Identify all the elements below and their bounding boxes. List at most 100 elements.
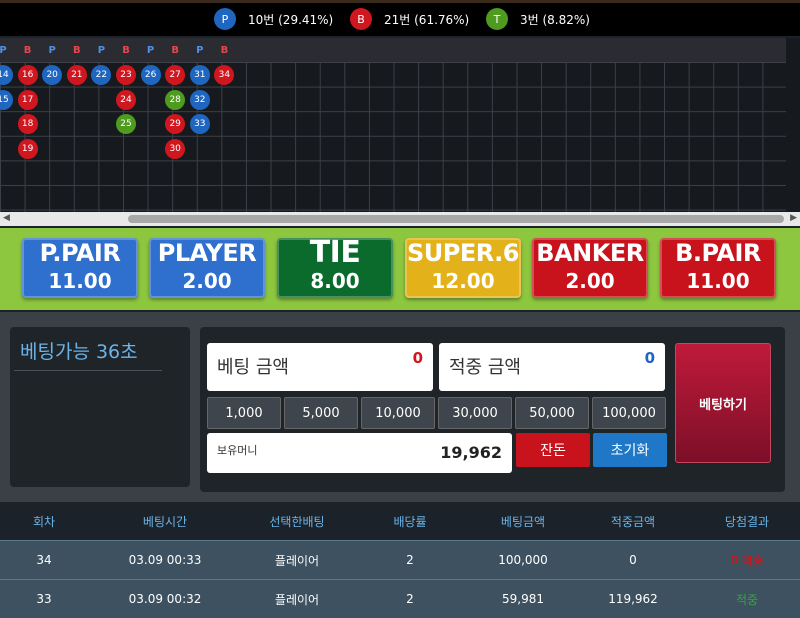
balance-label: 보유머니 xyxy=(217,444,258,457)
bet-name: P.PAIR xyxy=(39,239,121,267)
bead: 26 xyxy=(140,65,161,85)
bead: 33 xyxy=(189,114,210,135)
tie-dot-icon: T xyxy=(486,8,508,30)
cell-odds: 2 xyxy=(406,553,414,567)
board-scrollbar[interactable]: ◀ ▶ xyxy=(0,212,800,226)
tie-stat: T 3번 (8.82%) xyxy=(486,8,590,30)
bet-amount-field[interactable]: 베팅 금액 0 xyxy=(207,343,433,391)
col-win-amount: 적중금액 xyxy=(610,514,656,529)
change-button[interactable]: 잔돈 xyxy=(516,433,590,467)
bet-form: 베팅 금액 0 적중 금액 0 1,000 5,000 10,000 30,00… xyxy=(200,327,785,492)
player-stat: P 10번 (29.41%) xyxy=(214,8,333,30)
bead: 21 xyxy=(66,65,87,85)
win-amount-field: 적중 금액 0 xyxy=(439,343,665,391)
chip-5000-button[interactable]: 5,000 xyxy=(284,397,358,429)
scroll-thumb[interactable] xyxy=(128,215,784,223)
bead: 16 xyxy=(17,65,38,85)
col-time: 베팅시간 xyxy=(142,514,188,529)
chip-100000-button[interactable]: 100,000 xyxy=(592,397,666,429)
cell-win-amount: 0 xyxy=(629,553,637,567)
cell-bet-amount: 59,981 xyxy=(502,592,544,606)
video-strip xyxy=(0,0,800,3)
board-header-cell: P xyxy=(97,44,106,56)
bead: 32 xyxy=(189,89,210,110)
board-header-cell: B xyxy=(72,44,81,56)
scroll-right-icon[interactable]: ▶ xyxy=(790,213,797,223)
board-header-cell: B xyxy=(220,44,229,56)
timer-divider xyxy=(14,370,162,371)
bet-name: PLAYER xyxy=(157,239,257,267)
table-header: 회차 베팅시간 선택한배팅 배당률 베팅금액 적중금액 당첨결과 xyxy=(0,502,800,540)
board-header-cell: P xyxy=(0,44,7,56)
cell-time: 03.09 00:32 xyxy=(128,592,202,606)
reset-button[interactable]: 초기화 xyxy=(593,433,667,467)
board-header-cell: B xyxy=(171,44,179,56)
bet-tie-button[interactable]: TIE 8.00 xyxy=(277,238,393,298)
cell-bet-amount: 100,000 xyxy=(498,553,548,567)
cell-selection: 플레이어 xyxy=(274,553,320,568)
cell-round: 33 xyxy=(36,592,52,606)
bet-ppair-button[interactable]: P.PAIR 11.00 xyxy=(22,238,138,298)
betting-panel: 베팅가능 36초 베팅 금액 0 적중 금액 0 1,000 5,000 10,… xyxy=(0,312,800,502)
bead: 28 xyxy=(165,89,186,110)
board-grid xyxy=(0,62,786,212)
cell-win-amount: 119,962 xyxy=(608,592,658,606)
bead: 30 xyxy=(165,138,186,159)
col-odds: 배당률 xyxy=(393,514,427,529)
cell-round: 34 xyxy=(36,553,52,567)
bead: 24 xyxy=(116,89,136,110)
bet-options-bar: P.PAIR 11.00 PLAYER 2.00 TIE 8.00 SUPER.… xyxy=(0,228,800,310)
bet-name: BANKER xyxy=(536,239,644,267)
scroll-left-icon[interactable]: ◀ xyxy=(3,213,10,223)
bet-odds: 11.00 xyxy=(48,269,112,293)
bead: 23 xyxy=(116,65,136,85)
bet-odds: 11.00 xyxy=(686,269,750,293)
chip-1000-button[interactable]: 1,000 xyxy=(207,397,281,429)
banker-stat-text: 21번 (61.76%) xyxy=(384,12,470,27)
bet-odds: 2.00 xyxy=(565,269,615,293)
cell-selection: 플레이어 xyxy=(274,592,320,607)
bet-amount-label: 베팅 금액 xyxy=(217,357,289,378)
bet-banker-button[interactable]: BANKER 2.00 xyxy=(532,238,648,298)
board-header-cell: B xyxy=(122,44,130,56)
cell-result: 미적중 xyxy=(730,553,764,568)
banker-dot-icon: B xyxy=(350,8,372,30)
bet-odds: 2.00 xyxy=(182,269,232,293)
bet-name: SUPER.6 xyxy=(407,239,520,267)
board-header-cell: P xyxy=(48,44,56,56)
tie-stat-text: 3번 (8.82%) xyxy=(520,12,590,27)
chip-30000-button[interactable]: 30,000 xyxy=(438,397,512,429)
betting-timer: 베팅가능 36초 xyxy=(10,327,190,487)
col-round: 회차 xyxy=(32,514,56,529)
chip-10000-button[interactable]: 10,000 xyxy=(361,397,435,429)
balance-field: 보유머니 19,962 xyxy=(207,433,512,473)
cell-result: 적중 xyxy=(735,592,759,607)
bet-bpair-button[interactable]: B.PAIR 11.00 xyxy=(660,238,776,298)
timer-label: 베팅가능 36초 xyxy=(20,341,138,363)
chip-50000-button[interactable]: 50,000 xyxy=(515,397,589,429)
player-stat-text: 10번 (29.41%) xyxy=(248,12,334,27)
win-amount-label: 적중 금액 xyxy=(449,357,521,378)
board-header: PBPBPBPBPB xyxy=(0,38,786,62)
bet-player-button[interactable]: PLAYER 2.00 xyxy=(149,238,265,298)
place-bet-button[interactable]: 베팅하기 xyxy=(675,343,771,463)
bet-name: TIE xyxy=(309,235,361,270)
balance-value: 19,962 xyxy=(440,443,502,462)
bead: 17 xyxy=(17,89,38,110)
bet-name: B.PAIR xyxy=(675,239,761,267)
cell-time: 03.09 00:33 xyxy=(128,553,202,567)
bet-odds: 8.00 xyxy=(310,269,360,293)
board-header-cell: P xyxy=(196,44,204,56)
board-header-cell: P xyxy=(146,44,155,56)
bet-amount-value: 0 xyxy=(412,349,423,367)
stats-bar: P 10번 (29.41%) B 21번 (61.76%) T 3번 (8.82… xyxy=(0,0,800,36)
table-row[interactable]: 33 03.09 00:32 플레이어 2 59,981 119,962 적중 xyxy=(0,579,800,618)
bead-road-board: PBPBPBPBPB 14 15 16 17 18 19 20 21 22 23 24 25 26 27 2… xyxy=(0,38,800,212)
board-header-cell: B xyxy=(23,44,32,56)
bead: 18 xyxy=(17,114,38,135)
bet-super6-button[interactable]: SUPER.6 12.00 xyxy=(405,238,521,298)
cell-odds: 2 xyxy=(406,592,414,606)
table-row[interactable]: 34 03.09 00:33 플레이어 2 100,000 0 미적중 xyxy=(0,540,800,579)
player-dot-icon: P xyxy=(214,8,236,30)
win-amount-value: 0 xyxy=(644,349,655,367)
